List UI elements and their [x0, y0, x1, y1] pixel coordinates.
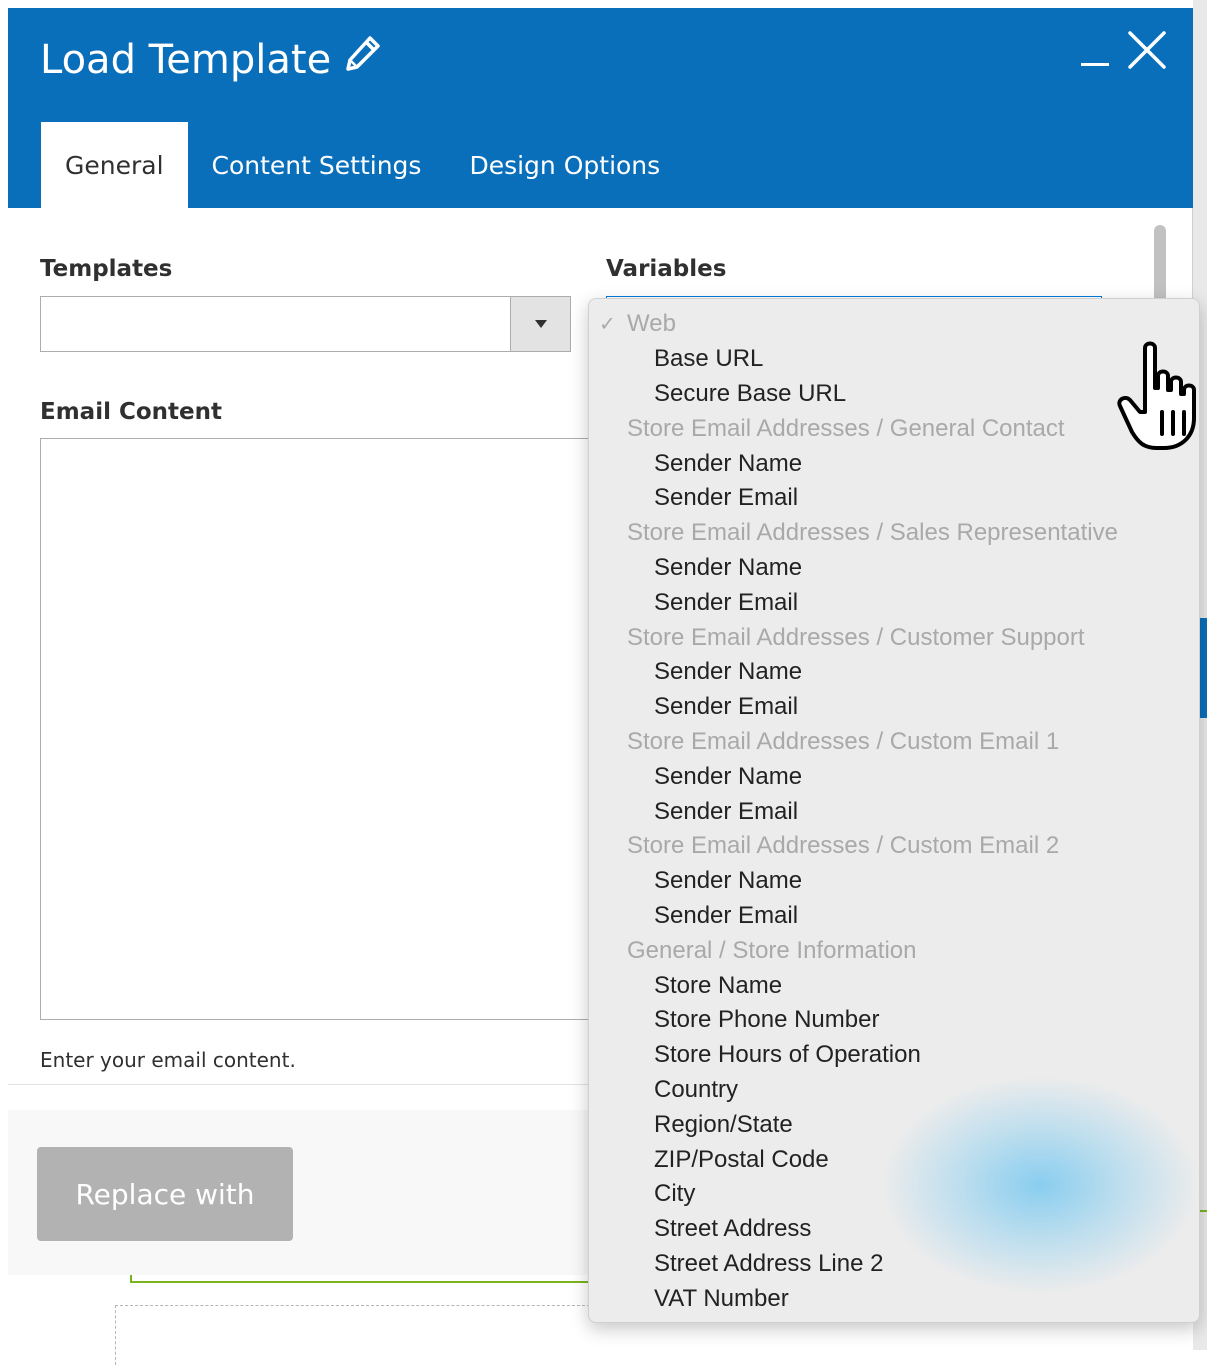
close-icon[interactable] — [1127, 30, 1167, 70]
modal-title-text: Load Template — [40, 37, 332, 83]
dropdown-option[interactable]: Region/State — [589, 1107, 1199, 1142]
dropdown-group-label-text: Store Email Addresses / General Contact — [627, 414, 1065, 442]
dropdown-option[interactable]: Sender Name — [589, 655, 1199, 690]
replace-with-button[interactable]: Replace with — [37, 1147, 293, 1241]
dropdown-group-label: Store Email Addresses / Sales Representa… — [589, 516, 1199, 551]
modal-header: Load Template General Content Settings D… — [8, 8, 1193, 208]
dropdown-group-label: General / Store Information — [589, 933, 1199, 968]
dropdown-option[interactable]: Secure Base URL — [589, 377, 1199, 412]
tab-general[interactable]: General — [41, 122, 188, 208]
dropdown-option[interactable]: Street Address — [589, 1212, 1199, 1247]
tab-design-options[interactable]: Design Options — [445, 122, 684, 208]
window-controls — [1081, 30, 1167, 70]
dropdown-group-label: Store Email Addresses / General Contact — [589, 411, 1199, 446]
dropdown-option[interactable]: ZIP/Postal Code — [589, 1142, 1199, 1177]
dropdown-group-label-text: General / Store Information — [627, 936, 917, 964]
dropdown-group-label: Store Email Addresses / Customer Support — [589, 620, 1199, 655]
dropdown-group-label: Store Email Addresses / Custom Email 1 — [589, 725, 1199, 760]
email-content-help-text: Enter your email content. — [40, 1048, 296, 1072]
dropdown-option[interactable]: Sender Name — [589, 864, 1199, 899]
dropdown-option[interactable]: Sender Email — [589, 585, 1199, 620]
dropdown-option[interactable]: Store Name — [589, 968, 1199, 1003]
modal-tabs: General Content Settings Design Options — [41, 122, 684, 208]
dropdown-option[interactable]: Sender Name — [589, 446, 1199, 481]
minimize-icon[interactable] — [1081, 30, 1109, 70]
variables-label: Variables — [606, 256, 727, 282]
dropdown-option[interactable]: Sender Email — [589, 899, 1199, 934]
backdrop-dashed-area — [115, 1305, 595, 1365]
modal-title: Load Template — [40, 32, 383, 88]
dropdown-group-label-text: Store Email Addresses / Custom Email 1 — [627, 727, 1060, 755]
checkmark-icon: ✓ — [599, 313, 616, 336]
templates-select[interactable] — [40, 296, 571, 352]
dropdown-option[interactable]: Sender Email — [589, 794, 1199, 829]
dropdown-option[interactable]: VAT Number — [589, 1281, 1199, 1316]
dropdown-option[interactable]: Country — [589, 1073, 1199, 1108]
dropdown-option[interactable]: Sender Email — [589, 481, 1199, 516]
chevron-down-icon — [534, 320, 547, 328]
dropdown-group-label: ✓ Web — [589, 307, 1199, 342]
dropdown-group-label-text: Store Email Addresses / Sales Representa… — [627, 519, 1118, 547]
dropdown-option[interactable]: Store Phone Number — [589, 1003, 1199, 1038]
dropdown-option[interactable]: Store Hours of Operation — [589, 1038, 1199, 1073]
templates-label: Templates — [40, 256, 173, 282]
dropdown-option[interactable]: Sender Name — [589, 551, 1199, 586]
dropdown-group-label-text: Store Email Addresses / Custom Email 2 — [627, 832, 1060, 860]
dropdown-option[interactable]: City — [589, 1177, 1199, 1212]
email-content-textarea[interactable] — [40, 438, 600, 1020]
dropdown-group-label: Store Email Addresses / Custom Email 2 — [589, 829, 1199, 864]
dropdown-group-label-text: Store Email Addresses / Customer Support — [627, 623, 1085, 651]
templates-select-arrow[interactable] — [510, 297, 570, 351]
tab-content-settings[interactable]: Content Settings — [188, 122, 446, 208]
dropdown-group-label-text: Web — [627, 310, 676, 338]
dropdown-option[interactable]: Sender Email — [589, 690, 1199, 725]
variables-dropdown-menu[interactable]: ✓ Web Base URL Secure Base URL Store Email A… — [588, 298, 1200, 1323]
pencil-icon[interactable] — [343, 32, 383, 88]
dropdown-option[interactable]: Street Address Line 2 — [589, 1247, 1199, 1282]
email-content-label: Email Content — [40, 399, 222, 425]
dropdown-option[interactable]: Base URL — [589, 342, 1199, 377]
dropdown-option[interactable]: Sender Name — [589, 759, 1199, 794]
